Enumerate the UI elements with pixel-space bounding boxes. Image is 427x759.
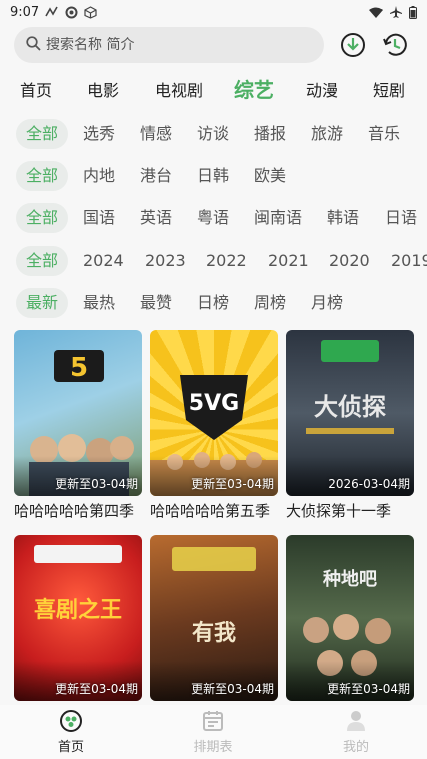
notification-icon [45,6,59,18]
show-title: 哈哈哈哈哈第五季 [150,502,271,520]
bottom-nav: 首页 排期表 我的 [0,705,427,759]
show-card[interactable]: 大侦探 2026-03-04期 大侦探第十一季 [286,330,414,521]
filter-chip[interactable]: 2020 [329,246,370,276]
filter-chip-all[interactable]: 全部 [16,161,69,191]
filter-chip[interactable]: 日语 [385,203,417,233]
search-box[interactable] [14,27,324,63]
filter-chip[interactable]: 2022 [206,246,247,276]
bottom-nav-label: 我的 [342,740,369,755]
download-icon[interactable] [339,31,367,59]
cube-icon [84,5,97,19]
poster-logo-text: 有我 [192,620,236,646]
episode-badge: 更新至03-04期 [55,682,138,696]
filter-chip[interactable]: 2023 [145,246,186,276]
status-time: 9:07 [10,4,40,20]
bottom-nav-label: 排期表 [193,740,233,755]
filter-chip[interactable]: 内地 [83,161,115,191]
filter-chip[interactable]: 日韩 [197,161,229,191]
sort-chip[interactable]: 周榜 [254,288,286,318]
calendar-icon [201,709,225,733]
bottom-nav-schedule[interactable]: 排期表 [173,709,253,755]
sort-chip[interactable]: 最赞 [140,288,172,318]
category-tabs: 首页 电影 电视剧 综艺 动漫 短剧 [0,70,427,106]
poster-image: 大侦探 2026-03-04期 [286,330,414,496]
settings-status-icon [65,6,78,19]
bottom-nav-label: 首页 [57,740,84,755]
filter-chip[interactable]: 选秀 [83,119,115,149]
filter-chip-all[interactable]: 全部 [16,203,69,233]
battery-icon [409,5,417,19]
filter-chip[interactable]: 访谈 [197,119,229,149]
filter-chip[interactable]: 2024 [83,246,124,276]
poster-image: 喜剧之王 更新至03-04期 [14,535,142,701]
sort-chip[interactable]: 日榜 [197,288,229,318]
sort-chip[interactable]: 最热 [83,288,115,318]
episode-badge: 更新至03-04期 [191,477,274,491]
search-icon [26,35,41,55]
poster-logo-text: 5VG [189,391,239,416]
tab-movie[interactable]: 电影 [87,77,119,101]
home-icon [59,709,83,733]
filter-chip-all[interactable]: 全部 [16,119,69,149]
filter-chip[interactable]: 2021 [268,246,309,276]
show-card[interactable]: 5VG 更新至03-04期 哈哈哈哈哈第五季 [150,330,278,521]
poster-image: 有我 更新至03-04期 [150,535,278,701]
poster-image: 种地吧 更新至03-04期 [286,535,414,701]
poster-logo-text: 大侦探 [314,393,386,421]
tab-home[interactable]: 首页 [20,77,52,101]
poster-logo-text: 喜剧之王 [34,597,122,623]
bottom-nav-profile[interactable]: 我的 [316,709,396,755]
sort-chip-newest[interactable]: 最新 [16,288,69,318]
filter-row-sort: 最新 最热 最赞 日榜 周榜 月榜 [0,288,427,322]
show-title: 哈哈哈哈哈第四季 [14,502,135,520]
episode-badge: 更新至03-04期 [55,477,138,491]
search-input[interactable] [46,37,296,53]
episode-badge: 更新至03-04期 [191,682,274,696]
filter-chip[interactable]: 旅游 [311,119,343,149]
show-card[interactable]: 5 更新至03-04期 哈哈哈哈哈第四季 [14,330,142,521]
bottom-nav-home[interactable]: 首页 [31,709,111,755]
show-card[interactable]: 有我 更新至03-04期 [150,535,278,705]
poster-logo-text: 种地吧 [322,568,377,590]
show-card[interactable]: 喜剧之王 更新至03-04期 [14,535,142,705]
tab-tv-series[interactable]: 电视剧 [155,77,203,101]
filter-row-year: 全部 2024 2023 2022 2021 2020 2019 [0,246,427,280]
filter-chip[interactable]: 英语 [140,203,172,233]
filter-row-region: 全部 内地 港台 日韩 欧美 [0,161,427,195]
sort-chip[interactable]: 月榜 [311,288,343,318]
poster-logo-text: 5 [70,353,88,383]
poster-image: 5VG 更新至03-04期 [150,330,278,496]
show-card[interactable]: 种地吧 更新至03-04期 [286,535,414,705]
poster-image: 5 更新至03-04期 [14,330,142,496]
filter-chip[interactable]: 播报 [254,119,286,149]
tab-anime[interactable]: 动漫 [306,77,338,101]
airplane-icon [390,6,402,18]
filter-chip[interactable]: 韩语 [327,203,359,233]
filter-chip[interactable]: 港台 [140,161,172,191]
filter-chip[interactable]: 2019 [391,246,427,276]
search-row [14,27,414,63]
filter-row-language: 全部 国语 英语 粤语 闽南语 韩语 日语 [0,203,427,237]
tab-variety[interactable]: 综艺 [234,74,274,103]
episode-badge: 更新至03-04期 [327,682,410,696]
episode-badge: 2026-03-04期 [328,477,410,491]
filter-chip[interactable]: 音乐 [368,119,400,149]
profile-icon [344,709,368,733]
filter-chip-all[interactable]: 全部 [16,246,69,276]
status-bar: 9:07 [0,0,427,24]
filter-row-type: 全部 选秀 情感 访谈 播报 旅游 音乐 [0,119,427,153]
wifi-icon [369,7,383,18]
filter-chip[interactable]: 粤语 [197,203,229,233]
show-title: 大侦探第十一季 [286,502,392,520]
filter-chip[interactable]: 国语 [83,203,115,233]
filter-chip[interactable]: 情感 [140,119,172,149]
tab-short-drama[interactable]: 短剧 [373,77,405,101]
filter-chip[interactable]: 欧美 [254,161,286,191]
history-icon[interactable] [381,31,409,59]
filter-chip[interactable]: 闽南语 [254,203,302,233]
